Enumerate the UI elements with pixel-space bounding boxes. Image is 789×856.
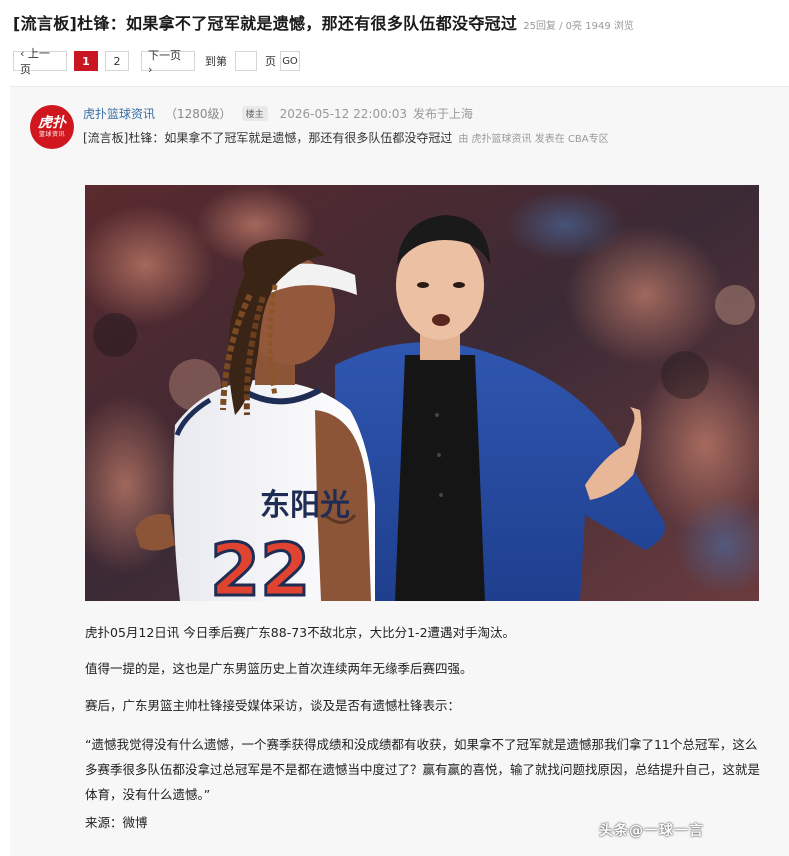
avatar-logo-text: 虎扑 xyxy=(38,114,66,131)
post-location: 发布于上海 xyxy=(413,107,474,121)
op-badge: 楼主 xyxy=(241,106,268,121)
thread-title: [流言板]杜锋：如果拿不了冠军就是遗憾，那还有很多队伍都没夺冠过 xyxy=(13,14,518,33)
post-source-board[interactable]: 由 虎扑篮球资讯 发表在 CBA专区 xyxy=(458,130,608,145)
next-page-button[interactable]: 下一页 › xyxy=(141,49,195,76)
post-time: 2026-05-12 22:00:03 xyxy=(279,106,408,121)
thread-title-row: [流言板]杜锋：如果拿不了冠军就是遗憾，那还有很多队伍都没夺冠过 25回复 / … xyxy=(13,10,634,36)
post-quote-paragraph: “遗憾我觉得没有什么遗憾，一个赛季获得成绩和没成绩都有收获，如果拿不了冠军就是遗… xyxy=(85,737,761,802)
post-paragraph-1: 虎扑05月12日讯 今日季后赛广东88-73不敌北京，大比分1-2遭遇对手淘汰。 xyxy=(85,625,516,640)
jersey-number: 22 xyxy=(210,528,310,601)
author-level: （1280级） xyxy=(165,107,232,121)
thread-stats: 25回复 / 0亮 1949 浏览 xyxy=(523,21,634,32)
go-button[interactable]: GO xyxy=(280,51,300,71)
post-photo[interactable]: 东阳光 22 xyxy=(85,185,759,601)
toutiao-watermark: 头条@一球一言 xyxy=(599,823,704,839)
avatar[interactable]: 虎扑 篮球资讯 xyxy=(30,105,74,149)
page-1-button[interactable]: 1 xyxy=(74,51,98,71)
pagination: ‹ 上一页 1 2 下一页 › 到第 页 GO xyxy=(13,47,300,76)
avatar-logo-subtext: 篮球资讯 xyxy=(38,130,65,138)
jersey-text: 东阳光 xyxy=(260,488,350,523)
author-link[interactable]: 虎扑篮球资讯 xyxy=(83,105,155,122)
page-unit-label: 页 xyxy=(265,55,276,68)
main-post: 虎扑 篮球资讯 虎扑篮球资讯 （1280级） 楼主 2026-05-12 22:… xyxy=(10,86,789,856)
goto-label: 到第 xyxy=(205,55,227,68)
post-subtitle: [流言板]杜锋：如果拿不了冠军就是遗憾，那还有很多队伍都没夺冠过 xyxy=(83,131,453,145)
page-number-input[interactable] xyxy=(235,51,257,71)
post-meta: 虎扑篮球资讯 （1280级） 楼主 2026-05-12 22:00:03 发布… xyxy=(83,105,473,122)
prev-page-button[interactable]: ‹ 上一页 xyxy=(13,47,67,76)
post-paragraph-2: 值得一提的是，这也是广东男篮历史上首次连续两年无缘季后赛四强。 xyxy=(85,661,473,676)
post-paragraph-3: 赛后，广东男篮主帅杜锋接受媒体采访，谈及是否有遗憾杜锋表示： xyxy=(85,698,461,713)
photo-illustration: 东阳光 22 xyxy=(85,185,759,601)
page-2-button[interactable]: 2 xyxy=(105,51,129,71)
post-subline: [流言板]杜锋：如果拿不了冠军就是遗憾，那还有很多队伍都没夺冠过 由 虎扑篮球资… xyxy=(83,129,609,146)
